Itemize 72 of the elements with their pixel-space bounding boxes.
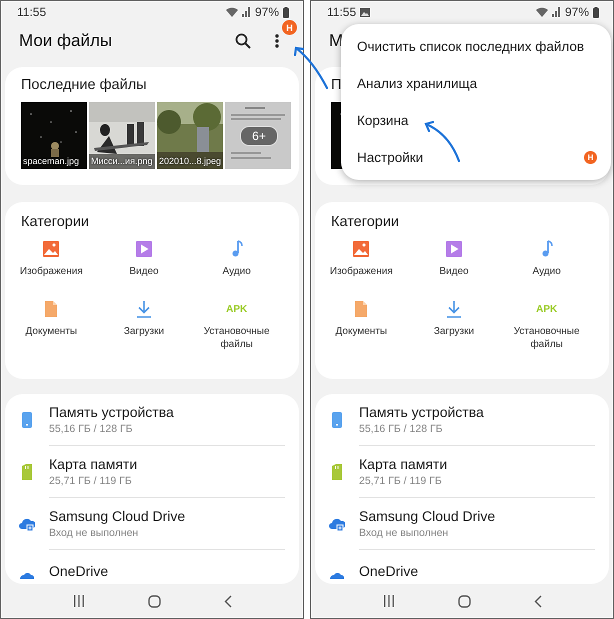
section-title: Категории: [21, 214, 90, 230]
category-item[interactable]: Загрузки: [408, 299, 500, 351]
storage-detail: 25,71 ГБ / 119 ГБ: [359, 475, 443, 487]
cloud-icon: [20, 573, 34, 579]
more-vertical-icon: [275, 33, 279, 49]
battery-percent: 97%: [564, 5, 589, 19]
storage-name[interactable]: OneDrive: [359, 563, 595, 579]
signal-icon: [242, 7, 251, 17]
gallery-icon: [360, 8, 370, 16]
category-item[interactable]: Видео: [98, 239, 190, 291]
battery-icon: [283, 6, 289, 18]
status-time: 11:55: [17, 5, 46, 19]
storage-name[interactable]: Карта памяти: [49, 456, 285, 472]
cloud-icon: [330, 573, 344, 579]
menu-item[interactable]: Очистить список последних файлов: [341, 28, 611, 65]
phone-icon: [19, 411, 35, 429]
storage-name[interactable]: Память устройства: [49, 404, 285, 420]
storage-name[interactable]: OneDrive: [49, 563, 285, 579]
section-title: Последние файлы: [21, 77, 147, 93]
memory-card-icon: [329, 463, 345, 481]
storage-detail: Вход не выполнен: [49, 527, 140, 539]
category-item[interactable]: Видео: [408, 239, 500, 291]
recent-apps-icon[interactable]: [382, 595, 394, 607]
search-icon: [235, 33, 251, 49]
apk-icon: APK: [536, 299, 558, 319]
category-item[interactable]: Аудио: [500, 239, 593, 291]
storage-name[interactable]: Карта памяти: [359, 456, 595, 472]
category-item[interactable]: Документы: [5, 299, 98, 351]
status-time: 11:55: [327, 5, 356, 19]
storage-name[interactable]: Samsung Cloud Drive: [359, 508, 595, 524]
category-item[interactable]: Изображения: [5, 239, 98, 291]
category-item[interactable]: APK Установочные файлы: [190, 299, 283, 351]
phone-icon: [329, 411, 345, 429]
memory-card-icon: [19, 463, 35, 481]
apk-icon: APK: [226, 299, 248, 319]
notification-badge: Н: [282, 20, 297, 35]
battery-percent: 97%: [254, 5, 279, 19]
category-item[interactable]: Документы: [315, 299, 408, 351]
category-item[interactable]: APK Установочные файлы: [500, 299, 593, 351]
image-icon: [351, 239, 372, 259]
video-icon: [444, 239, 464, 259]
back-icon[interactable]: [224, 594, 232, 608]
app-title: Мои файлы: [19, 31, 112, 51]
storage-name[interactable]: Samsung Cloud Drive: [49, 508, 285, 524]
image-icon: [41, 239, 62, 259]
file-name: spaceman.jpg: [23, 156, 80, 166]
storage-detail: Вход не выполнен: [359, 527, 450, 539]
storage-name[interactable]: Память устройства: [359, 404, 595, 420]
back-icon[interactable]: [534, 594, 542, 608]
file-name: 202010...8.jpeg: [159, 156, 222, 166]
section-title: П: [331, 77, 342, 93]
category-item[interactable]: Изображения: [315, 239, 408, 291]
signal-icon: [552, 7, 561, 17]
notification-badge: Н: [584, 151, 597, 164]
category-item[interactable]: Аудио: [190, 239, 283, 291]
wifi-icon: [226, 7, 238, 17]
more-count-badge[interactable]: 6+: [240, 126, 278, 146]
storage-detail: 25,71 ГБ / 119 ГБ: [49, 475, 133, 487]
category-item[interactable]: Загрузки: [98, 299, 190, 351]
storage-detail: 55,16 ГБ / 128 ГБ: [359, 423, 444, 435]
storage-detail: 55,16 ГБ / 128 ГБ: [49, 423, 134, 435]
menu-item[interactable]: Корзина: [341, 102, 611, 139]
menu-item[interactable]: Анализ хранилища: [341, 65, 611, 102]
recent-apps-icon[interactable]: [72, 595, 84, 607]
file-name: Мисси...ия.png: [91, 156, 152, 166]
menu-item[interactable]: Настройки Н: [341, 139, 611, 176]
battery-icon: [593, 6, 599, 18]
wifi-icon: [536, 7, 548, 17]
home-icon[interactable]: [458, 594, 470, 608]
section-title: Категории: [331, 214, 400, 230]
home-icon[interactable]: [148, 594, 160, 608]
video-icon: [134, 239, 154, 259]
